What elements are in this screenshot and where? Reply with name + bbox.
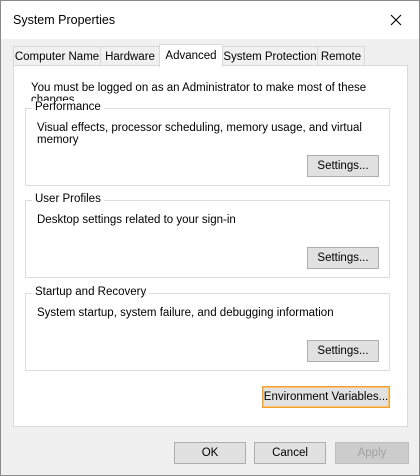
- tab-hardware[interactable]: Hardware: [100, 46, 160, 66]
- apply-button[interactable]: Apply: [335, 442, 409, 464]
- tab-computer-name[interactable]: Computer Name: [13, 46, 101, 66]
- performance-settings-button[interactable]: Settings...: [307, 155, 379, 177]
- ok-button[interactable]: OK: [174, 442, 246, 464]
- startup-recovery-group: Startup and Recovery System startup, sys…: [25, 286, 390, 371]
- performance-group: Performance Visual effects, processor sc…: [25, 101, 390, 186]
- tab-system-protection[interactable]: System Protection: [222, 46, 318, 66]
- tab-advanced[interactable]: Advanced: [159, 44, 223, 67]
- advanced-tab-panel: You must be logged on as an Administrato…: [13, 65, 408, 427]
- user-profiles-group: User Profiles Desktop settings related t…: [25, 193, 390, 278]
- tab-remote[interactable]: Remote: [317, 46, 365, 66]
- close-icon: [390, 14, 402, 26]
- user-profiles-settings-button[interactable]: Settings...: [307, 247, 379, 269]
- environment-variables-button[interactable]: Environment Variables...: [262, 386, 390, 408]
- cancel-button[interactable]: Cancel: [254, 442, 326, 464]
- startup-recovery-legend: Startup and Recovery: [32, 286, 150, 298]
- user-profiles-description: Desktop settings related to your sign-in: [37, 214, 236, 226]
- performance-legend: Performance: [32, 101, 104, 113]
- title-bar[interactable]: System Properties: [1, 1, 419, 39]
- tab-strip: Computer Name Hardware Advanced System P…: [13, 44, 413, 67]
- close-button[interactable]: [373, 1, 419, 39]
- startup-recovery-description: System startup, system failure, and debu…: [37, 307, 334, 319]
- window-title: System Properties: [13, 13, 116, 27]
- startup-recovery-settings-button[interactable]: Settings...: [307, 340, 379, 362]
- user-profiles-legend: User Profiles: [32, 193, 104, 205]
- system-properties-window: System Properties Computer Name Hardware…: [0, 0, 420, 476]
- performance-description: Visual effects, processor scheduling, me…: [37, 122, 362, 146]
